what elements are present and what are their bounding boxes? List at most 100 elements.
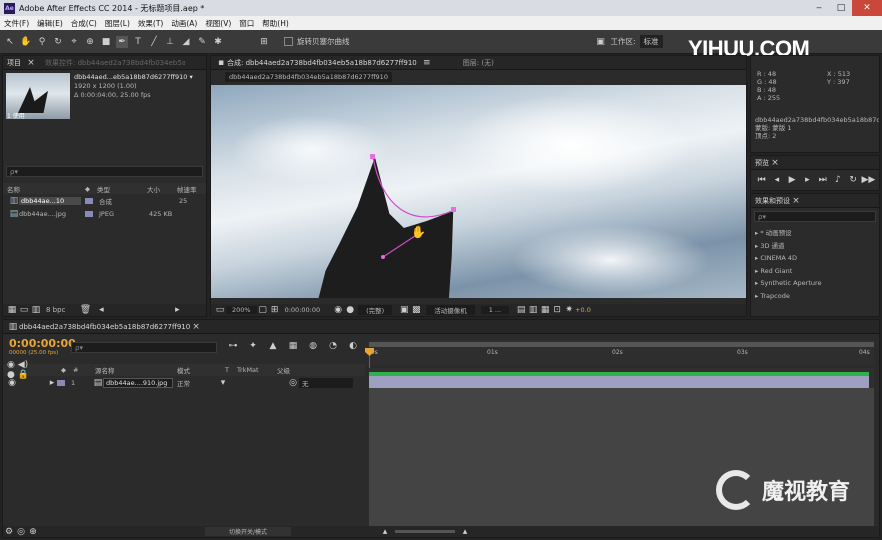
layer-name[interactable]: dbb44ae....910.jpg bbox=[103, 378, 173, 388]
list-item[interactable]: ▥ dbb44ae...10 合成 25 bbox=[3, 194, 206, 207]
composition-viewer[interactable]: ✋ bbox=[211, 85, 746, 298]
col-source-name[interactable]: 源名称 bbox=[95, 365, 177, 375]
tab-close-icon[interactable]: × bbox=[190, 321, 202, 333]
last-frame-icon[interactable]: ⏭ bbox=[817, 174, 829, 186]
draft-3d-icon[interactable]: ✦ bbox=[247, 340, 259, 352]
table-row[interactable]: ◉ ▸ 1 ▤ dbb44ae....910.jpg 正常 ▾ ◎ 无 bbox=[3, 377, 365, 389]
footer-icon[interactable]: ⚙ bbox=[3, 526, 15, 538]
col-name[interactable]: 名称 bbox=[7, 184, 85, 194]
tab-effects-presets[interactable]: 效果和预设 bbox=[755, 196, 790, 206]
tab-menu-icon[interactable]: ≡ bbox=[421, 57, 433, 69]
graph-editor-icon[interactable]: ◔ bbox=[327, 340, 339, 352]
pan-behind-tool-icon[interactable]: ⊕ bbox=[84, 36, 96, 48]
tab-preview[interactable]: 预览 bbox=[755, 158, 769, 168]
bit-depth[interactable]: 8 bpc bbox=[46, 306, 65, 314]
audio-icon[interactable]: ♪ bbox=[832, 174, 844, 186]
exposure-value[interactable]: +0.0 bbox=[575, 306, 591, 314]
minimize-icon[interactable]: ‒ bbox=[808, 0, 830, 16]
quality-select[interactable]: (完整) bbox=[358, 305, 393, 315]
motion-blur-icon[interactable]: ◍ bbox=[307, 340, 319, 352]
selection-tool-icon[interactable]: ↖ bbox=[4, 36, 16, 48]
close-icon[interactable]: ✕ bbox=[852, 0, 882, 16]
menu-composition[interactable]: 合成(C) bbox=[67, 18, 101, 29]
menu-effect[interactable]: 效果(T) bbox=[134, 18, 167, 29]
trash-icon[interactable]: 🗑 bbox=[79, 304, 91, 316]
snapshot-icon[interactable]: ◉ bbox=[332, 304, 344, 316]
mode-dropdown-icon[interactable]: ▾ bbox=[219, 377, 227, 389]
comp-breadcrumb[interactable]: dbb44aed2a738bd4fb034eb5a18b87d6277ff910 bbox=[225, 71, 392, 82]
tab-composition[interactable]: 合成: dbb44aed2a738bd4fb034eb5a18b87d6277f… bbox=[227, 58, 417, 68]
col-parent[interactable]: 父级 bbox=[277, 365, 290, 375]
zoom-select[interactable]: 200% bbox=[226, 306, 257, 314]
mask-path[interactable] bbox=[211, 85, 746, 298]
eraser-tool-icon[interactable]: ◢ bbox=[180, 36, 192, 48]
tab-effect-controls[interactable]: 效果控件: dbb44aed2a738bd4fb034eb5a18b87d627… bbox=[45, 58, 185, 68]
menu-help[interactable]: 帮助(H) bbox=[258, 18, 293, 29]
play-icon[interactable]: ▶ bbox=[786, 174, 798, 186]
menu-edit[interactable]: 编辑(E) bbox=[33, 18, 67, 29]
hand-tool-icon[interactable]: ✋ bbox=[20, 36, 32, 48]
timeline-ruler[interactable]: 00s 01s 02s 03s 04s bbox=[367, 340, 874, 366]
col-t[interactable]: T bbox=[225, 366, 237, 374]
scroll-right-icon[interactable]: ▸ bbox=[171, 304, 183, 316]
brush-tool-icon[interactable]: ╱ bbox=[148, 36, 160, 48]
work-area-bar[interactable] bbox=[369, 342, 874, 347]
camera-tool-icon[interactable]: ⌖ bbox=[68, 36, 80, 48]
views-select[interactable]: 1 ... bbox=[480, 306, 510, 314]
brainstorm-icon[interactable]: ◐ bbox=[347, 340, 359, 352]
roto-tool-icon[interactable]: ✎ bbox=[196, 36, 208, 48]
timeline-icon[interactable]: ▦ bbox=[539, 304, 551, 316]
new-composition-icon[interactable]: ▥ bbox=[30, 304, 42, 316]
list-item[interactable]: ▸ CINEMA 4D bbox=[755, 252, 879, 265]
list-item[interactable]: ▤ dbb44ae....jpg JPEG 425 KB bbox=[3, 207, 206, 220]
visibility-eye-icon[interactable]: ◉ bbox=[7, 377, 17, 389]
col-size[interactable]: 大小 bbox=[147, 184, 177, 194]
new-folder-icon[interactable]: ▭ bbox=[18, 304, 30, 316]
zoom-in-icon[interactable]: ▴ bbox=[459, 526, 471, 538]
camera-select[interactable]: 活动摄像机 bbox=[426, 305, 475, 315]
menu-animation[interactable]: 动画(A) bbox=[167, 18, 201, 29]
layer-mode-select[interactable]: 正常 bbox=[177, 378, 219, 388]
safe-zones-icon[interactable]: ⊞ bbox=[269, 304, 281, 316]
expand-triangle-icon[interactable]: ▸ bbox=[47, 377, 57, 389]
list-item[interactable]: ▸ Synthetic Aperture bbox=[755, 277, 879, 290]
menu-layer[interactable]: 图层(L) bbox=[101, 18, 134, 29]
footer-icon[interactable]: ⊕ bbox=[27, 526, 39, 538]
effects-search-input[interactable]: ρ▾ bbox=[754, 211, 876, 222]
list-item[interactable]: ▸ Red Giant bbox=[755, 265, 879, 278]
axis-icon[interactable]: ⊞ bbox=[258, 36, 270, 48]
scroll-left-icon[interactable]: ◂ bbox=[95, 304, 107, 316]
text-tool-icon[interactable]: T bbox=[132, 36, 144, 48]
pick-whip-icon[interactable]: ◎ bbox=[287, 377, 299, 389]
checkbox-icon[interactable] bbox=[284, 37, 293, 46]
toggle-pixel-icon[interactable]: ▤ bbox=[515, 304, 527, 316]
list-item[interactable]: ▸ * 动画预设 bbox=[755, 227, 879, 240]
tab-project[interactable]: 项目 bbox=[7, 58, 21, 68]
rectangle-tool-icon[interactable]: ■ bbox=[100, 36, 112, 48]
prev-frame-icon[interactable]: ◂ bbox=[771, 174, 783, 186]
reset-exposure-icon[interactable]: ✷ bbox=[563, 304, 575, 316]
maximize-icon[interactable]: □ bbox=[830, 0, 852, 16]
project-search-input[interactable]: ρ▾ bbox=[6, 166, 203, 177]
tab-close-icon[interactable]: × bbox=[790, 195, 802, 207]
footer-icon[interactable]: ◎ bbox=[15, 526, 27, 538]
zoom-tool-icon[interactable]: ⚲ bbox=[36, 36, 48, 48]
toggle-switches-modes[interactable]: 切换开关/模式 bbox=[205, 527, 292, 536]
interpret-footage-icon[interactable]: ▦ bbox=[6, 304, 18, 316]
color-channel-icon[interactable]: ● bbox=[344, 304, 356, 316]
menu-view[interactable]: 视图(V) bbox=[201, 18, 235, 29]
layer-parent-select[interactable]: 无 bbox=[299, 378, 353, 388]
zoom-out-icon[interactable]: ▴ bbox=[379, 526, 391, 538]
tab-timeline-comp[interactable]: dbb44aed2a738bd4fb034eb5a18b87d6277ff910 bbox=[19, 323, 190, 331]
list-item[interactable]: ▸ Trapcode bbox=[755, 290, 879, 303]
first-frame-icon[interactable]: ⏮ bbox=[756, 174, 768, 186]
tab-layer[interactable]: 图层: (无) bbox=[463, 58, 494, 68]
transparency-grid-icon[interactable]: ▩ bbox=[410, 304, 422, 316]
shy-icon[interactable]: ▲ bbox=[267, 340, 279, 352]
menu-file[interactable]: 文件(F) bbox=[0, 18, 33, 29]
viewer-timecode[interactable]: 0:00:00:00 bbox=[285, 306, 321, 314]
fit-icon[interactable]: ▢ bbox=[257, 304, 269, 316]
always-preview-icon[interactable]: ▭ bbox=[214, 304, 226, 316]
region-icon[interactable]: ▣ bbox=[398, 304, 410, 316]
timeline-search-input[interactable]: ρ▾ bbox=[71, 342, 217, 353]
